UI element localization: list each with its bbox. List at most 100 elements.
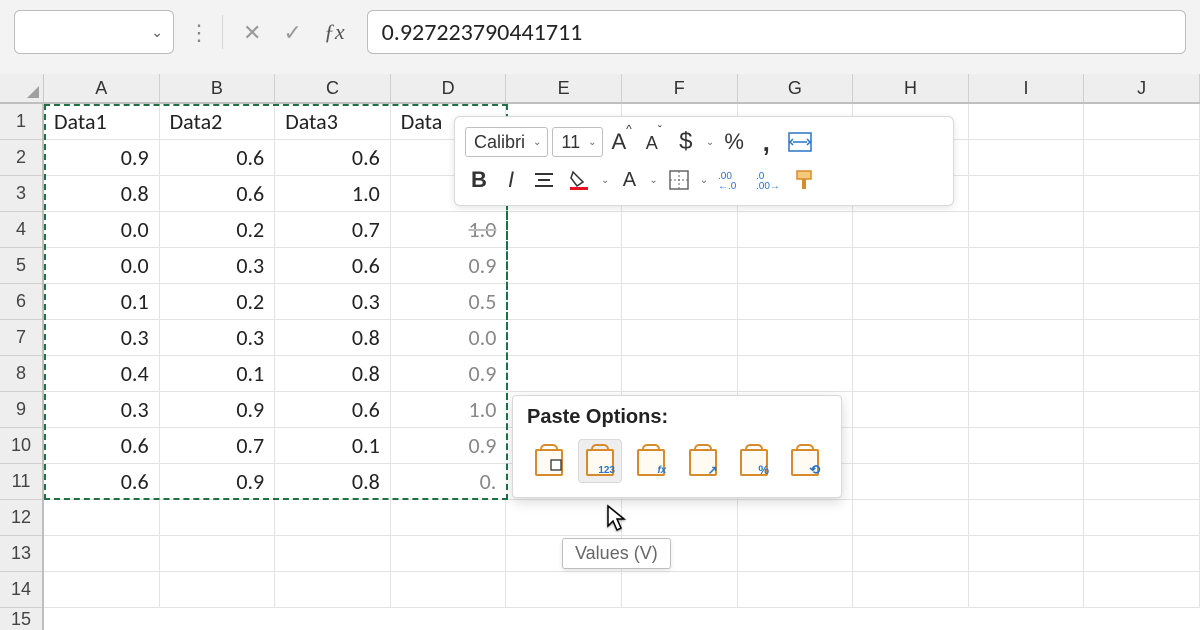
cell[interactable] — [738, 284, 854, 320]
cell[interactable] — [622, 500, 738, 536]
cell[interactable] — [969, 320, 1085, 356]
paste-formatting-button[interactable]: % — [732, 439, 775, 483]
cell[interactable] — [160, 500, 276, 536]
cell[interactable] — [969, 464, 1085, 500]
cell[interactable]: 0.8 — [275, 356, 391, 392]
cell[interactable]: 0.3 — [44, 320, 160, 356]
cell[interactable] — [622, 248, 738, 284]
cell[interactable] — [391, 536, 507, 572]
cell[interactable] — [1084, 212, 1200, 248]
col-header-E[interactable]: E — [506, 74, 622, 102]
paste-link-button[interactable]: ⟲ — [784, 439, 827, 483]
cell[interactable] — [969, 176, 1085, 212]
cell[interactable]: 0.5 — [391, 284, 507, 320]
cell[interactable]: 0.8 — [44, 176, 160, 212]
cell[interactable] — [44, 500, 160, 536]
row-header[interactable]: 7 — [0, 320, 42, 356]
font-color-button[interactable]: A — [615, 165, 643, 195]
cell[interactable]: 1.0 — [391, 212, 507, 248]
cell[interactable]: 0.6 — [275, 248, 391, 284]
col-header-F[interactable]: F — [622, 74, 738, 102]
cell[interactable]: 0. — [391, 464, 507, 500]
cell[interactable] — [506, 500, 622, 536]
cell[interactable]: 0.2 — [160, 212, 276, 248]
cell[interactable] — [853, 212, 969, 248]
cell[interactable] — [1084, 572, 1200, 608]
cell[interactable] — [275, 500, 391, 536]
cell[interactable] — [506, 284, 622, 320]
row-header[interactable]: 10 — [0, 428, 42, 464]
row-header[interactable]: 3 — [0, 176, 42, 212]
cell[interactable] — [1084, 356, 1200, 392]
col-header-G[interactable]: G — [738, 74, 854, 102]
cell[interactable]: 0.1 — [44, 284, 160, 320]
cell[interactable]: 0.6 — [44, 464, 160, 500]
chevron-down-icon[interactable]: ⌄ — [698, 175, 710, 186]
align-center-button[interactable] — [529, 165, 559, 195]
cancel-icon[interactable]: ✕ — [235, 15, 269, 50]
cell[interactable] — [738, 572, 854, 608]
cell[interactable] — [1084, 284, 1200, 320]
cell[interactable]: 0.9 — [391, 428, 507, 464]
comma-format-button[interactable]: , — [752, 127, 780, 157]
merge-center-button[interactable] — [784, 127, 816, 157]
font-size-select[interactable]: 11⌄ — [552, 127, 603, 157]
cell[interactable]: Data2 — [160, 104, 276, 140]
cell[interactable] — [969, 212, 1085, 248]
cell[interactable]: 0.0 — [44, 248, 160, 284]
cell[interactable] — [738, 536, 854, 572]
row-header[interactable]: 1 — [0, 104, 42, 140]
cell[interactable] — [853, 284, 969, 320]
cell[interactable] — [506, 248, 622, 284]
col-header-I[interactable]: I — [969, 74, 1085, 102]
col-header-H[interactable]: H — [853, 74, 969, 102]
cell[interactable] — [506, 572, 622, 608]
cell[interactable]: 0.0 — [44, 212, 160, 248]
cell[interactable] — [1084, 320, 1200, 356]
cell[interactable] — [853, 572, 969, 608]
row-header[interactable]: 11 — [0, 464, 42, 500]
cell[interactable]: 0.1 — [275, 428, 391, 464]
cell[interactable] — [622, 356, 738, 392]
col-header-D[interactable]: D — [391, 74, 507, 102]
col-header-J[interactable]: J — [1084, 74, 1200, 102]
row-header[interactable]: 4 — [0, 212, 42, 248]
decrease-decimal-button[interactable]: .0.00→ — [752, 165, 786, 195]
cell[interactable]: 1.0 — [391, 392, 507, 428]
cell[interactable] — [969, 104, 1085, 140]
cell[interactable] — [391, 572, 507, 608]
cell[interactable]: 0.7 — [160, 428, 276, 464]
accounting-format-button[interactable]: $ — [672, 127, 700, 157]
cell[interactable]: 0.3 — [160, 320, 276, 356]
cell[interactable] — [969, 428, 1085, 464]
fx-icon[interactable]: ƒx — [316, 15, 353, 49]
font-family-select[interactable]: Calibri⌄ — [465, 127, 548, 157]
increase-font-button[interactable]: A^ — [607, 127, 635, 157]
cell[interactable]: 0.3 — [160, 248, 276, 284]
borders-button[interactable] — [664, 165, 694, 195]
cell[interactable] — [969, 572, 1085, 608]
row-header[interactable]: 8 — [0, 356, 42, 392]
cell[interactable]: 0.8 — [275, 320, 391, 356]
cell[interactable] — [1084, 140, 1200, 176]
cell[interactable] — [853, 428, 969, 464]
paste-all-button[interactable] — [527, 439, 570, 483]
cell[interactable] — [1084, 428, 1200, 464]
cell[interactable] — [969, 356, 1085, 392]
cell[interactable] — [969, 284, 1085, 320]
cell[interactable] — [969, 248, 1085, 284]
cell[interactable] — [969, 140, 1085, 176]
cell[interactable]: 0.9 — [391, 248, 507, 284]
cell[interactable]: 0.0 — [391, 320, 507, 356]
cell[interactable] — [506, 320, 622, 356]
chevron-down-icon[interactable]: ⌄ — [647, 175, 659, 186]
cell[interactable] — [622, 212, 738, 248]
cell[interactable] — [738, 248, 854, 284]
cell[interactable] — [1084, 464, 1200, 500]
fill-color-button[interactable] — [563, 165, 595, 195]
cell[interactable] — [1084, 392, 1200, 428]
cell[interactable] — [622, 320, 738, 356]
cell[interactable] — [853, 392, 969, 428]
cell[interactable] — [275, 536, 391, 572]
cell[interactable] — [1084, 176, 1200, 212]
